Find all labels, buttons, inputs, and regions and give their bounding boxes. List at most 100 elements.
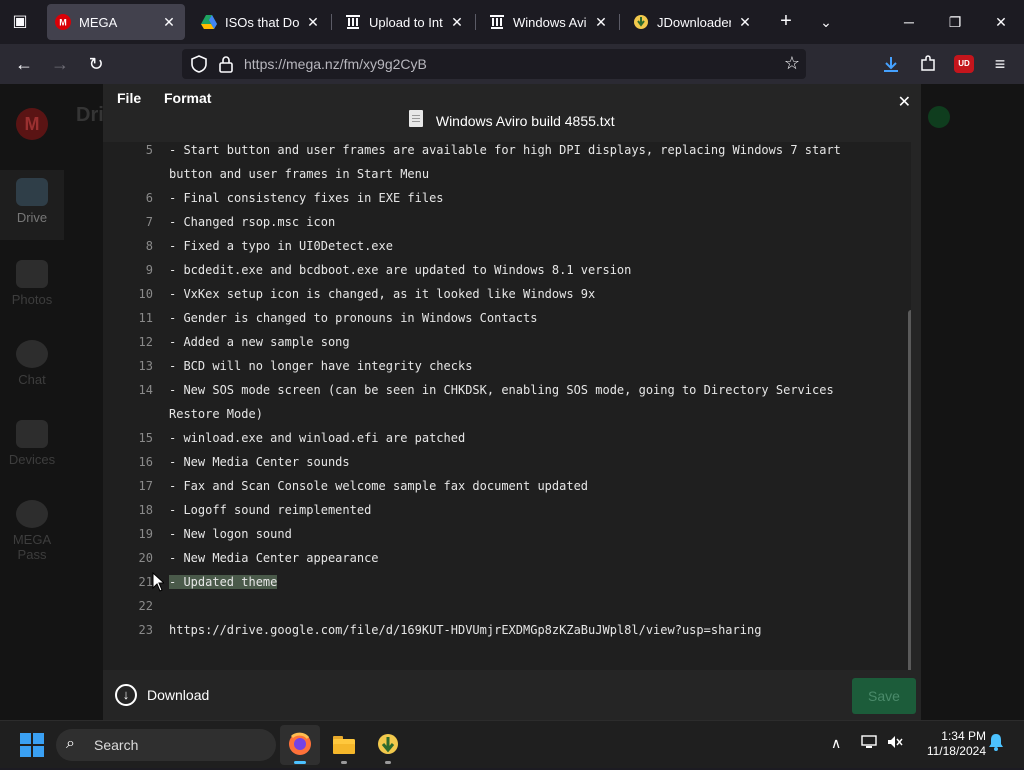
chat-icon: [16, 340, 48, 368]
save-button[interactable]: Save: [852, 678, 916, 714]
editor-scrollbar[interactable]: [908, 310, 911, 670]
editor-line[interactable]: 17 - Fax and Scan Console welcome sample …: [103, 474, 911, 498]
line-number: 22: [138, 599, 153, 613]
show-hidden-icons-chevron-up-icon[interactable]: ∧: [831, 735, 841, 752]
close-window-icon[interactable]: ✕: [986, 8, 1016, 36]
devices-icon: [16, 420, 48, 448]
menu-file[interactable]: File: [117, 90, 141, 106]
editor-line[interactable]: 11 - Gender is changed to pronouns in Win…: [103, 306, 911, 330]
sidebar-item-chat[interactable]: Chat: [0, 340, 64, 387]
network-icon[interactable]: [861, 735, 877, 752]
system-clock[interactable]: 1:34 PM 11/18/2024: [914, 729, 986, 759]
line-text[interactable]: - Changed rsop.msc icon: [169, 210, 849, 234]
extensions-icon[interactable]: [915, 51, 941, 77]
avatar[interactable]: [928, 106, 950, 128]
forward-icon[interactable]: →: [47, 51, 73, 77]
restore-icon[interactable]: ❐: [940, 8, 970, 36]
editor-line[interactable]: 6 - Final consistency fixes in EXE files: [103, 186, 911, 210]
line-text[interactable]: - VxKex setup icon is changed, as it loo…: [169, 282, 849, 306]
editor-line[interactable]: 23 https://drive.google.com/file/d/169KUT…: [103, 618, 911, 642]
editor-line[interactable]: 13 - BCD will no longer have integrity ch…: [103, 354, 911, 378]
close-tab-icon[interactable]: ✕: [305, 14, 321, 31]
editor-line[interactable]: 22: [103, 594, 911, 618]
tab-windows-aviro[interactable]: Windows Aviro I ✕: [481, 4, 617, 40]
editor-line-selected[interactable]: 21 - Updated theme: [103, 570, 911, 594]
editor-line[interactable]: 9 - bcdedit.exe and bcdboot.exe are updat…: [103, 258, 911, 282]
editor-line[interactable]: 10 - VxKex setup icon is changed, as it l…: [103, 282, 911, 306]
editor-line[interactable]: 5 - Start button and user frames are avai…: [103, 142, 911, 186]
taskbar-search[interactable]: ⌕ Search: [56, 729, 276, 761]
line-text[interactable]: - Updated theme: [169, 570, 849, 594]
tab-mega[interactable]: M MEGA ✕: [47, 4, 185, 40]
close-tab-icon[interactable]: ✕: [449, 14, 465, 31]
line-text[interactable]: - winload.exe and winload.efi are patche…: [169, 426, 849, 450]
sidebar-item-label: Photos: [11, 292, 53, 307]
close-tab-icon[interactable]: ✕: [161, 14, 177, 31]
editor-line[interactable]: 19 - New logon sound: [103, 522, 911, 546]
clock-time: 1:34 PM: [941, 729, 986, 743]
sidebar-item-label: Devices: [8, 452, 56, 467]
text-editor-area[interactable]: 5 - Start button and user frames are avai…: [103, 142, 911, 670]
start-button[interactable]: [20, 733, 44, 757]
sidebar-item-drive[interactable]: Drive: [0, 170, 64, 240]
line-text[interactable]: - Fixed a typo in UI0Detect.exe: [169, 234, 849, 258]
download-button[interactable]: ↓ Download: [115, 684, 209, 706]
minimize-icon[interactable]: ─: [894, 8, 924, 36]
notification-bell-icon[interactable]: [988, 733, 1004, 754]
line-text[interactable]: - New Media Center appearance: [169, 546, 849, 570]
page-title: Dri: [76, 104, 104, 126]
back-icon[interactable]: ←: [11, 51, 37, 77]
taskbar-file-explorer[interactable]: [324, 725, 364, 765]
line-text[interactable]: - New Media Center sounds: [169, 450, 849, 474]
taskbar-firefox[interactable]: [280, 725, 320, 765]
tab-isos[interactable]: ISOs that Don't I ✕: [193, 4, 329, 40]
sidebar-item-photos[interactable]: Photos: [0, 260, 64, 307]
line-text[interactable]: - bcdedit.exe and bcdboot.exe are update…: [169, 258, 849, 282]
firefox-view-icon[interactable]: ▣: [8, 10, 32, 34]
line-text[interactable]: - Logoff sound reimplemented: [169, 498, 849, 522]
url-bar[interactable]: https://mega.nz/fm/xy9g2CyB ☆: [182, 49, 806, 79]
sidebar-item-mega-pass[interactable]: MEGA Pass: [0, 500, 64, 562]
shield-icon[interactable]: [190, 55, 208, 73]
editor-line[interactable]: 20 - New Media Center appearance: [103, 546, 911, 570]
chevron-down-icon[interactable]: ⌄: [814, 10, 838, 34]
close-tab-icon[interactable]: ✕: [593, 14, 609, 31]
editor-line[interactable]: 7 - Changed rsop.msc icon: [103, 210, 911, 234]
line-text[interactable]: - New SOS mode screen (can be seen in CH…: [169, 378, 849, 426]
bookmark-star-icon[interactable]: ☆: [784, 53, 800, 74]
taskbar-jdownloader[interactable]: [368, 725, 408, 765]
editor-line[interactable]: 8 - Fixed a typo in UI0Detect.exe: [103, 234, 911, 258]
ublock-extension-icon[interactable]: UD: [954, 55, 974, 73]
editor-line[interactable]: 14 - New SOS mode screen (can be seen in …: [103, 378, 911, 426]
menu-format[interactable]: Format: [164, 90, 211, 106]
close-icon[interactable]: ✕: [898, 92, 911, 112]
line-text[interactable]: - New logon sound: [169, 522, 849, 546]
lock-icon[interactable]: [218, 55, 234, 73]
text-selection[interactable]: - Updated theme: [169, 575, 278, 589]
editor-line[interactable]: 15 - winload.exe and winload.efi are patc…: [103, 426, 911, 450]
hamburger-menu-icon[interactable]: ≡: [987, 51, 1013, 77]
line-text[interactable]: - Gender is changed to pronouns in Windo…: [169, 306, 849, 330]
line-text[interactable]: - BCD will no longer have integrity chec…: [169, 354, 849, 378]
line-number: 20: [138, 551, 153, 565]
volume-muted-icon[interactable]: [887, 735, 903, 752]
close-tab-icon[interactable]: ✕: [737, 14, 753, 31]
new-tab-icon[interactable]: +: [774, 10, 798, 34]
tab-upload[interactable]: Upload to Intern ✕: [337, 4, 473, 40]
editor-line[interactable]: 18 - Logoff sound reimplemented: [103, 498, 911, 522]
line-text[interactable]: - Fax and Scan Console welcome sample fa…: [169, 474, 849, 498]
text-file-icon: [409, 110, 424, 128]
downloads-icon[interactable]: [878, 51, 904, 77]
line-text[interactable]: - Final consistency fixes in EXE files: [169, 186, 849, 210]
sidebar-item-devices[interactable]: Devices: [0, 420, 64, 467]
reload-icon[interactable]: ↻: [83, 51, 109, 77]
line-number: 12: [138, 335, 153, 349]
editor-line[interactable]: 16 - New Media Center sounds: [103, 450, 911, 474]
tab-jdownloader[interactable]: JDownloader - C ✕: [625, 4, 761, 40]
code-lines: 5 - Start button and user frames are avai…: [103, 142, 911, 642]
editor-line[interactable]: 12 - Added a new sample song: [103, 330, 911, 354]
line-text[interactable]: - Added a new sample song: [169, 330, 849, 354]
url-text[interactable]: https://mega.nz/fm/xy9g2CyB: [244, 56, 427, 72]
line-text[interactable]: - Start button and user frames are avail…: [169, 142, 849, 186]
line-text[interactable]: https://drive.google.com/file/d/169KUT-H…: [169, 618, 849, 642]
